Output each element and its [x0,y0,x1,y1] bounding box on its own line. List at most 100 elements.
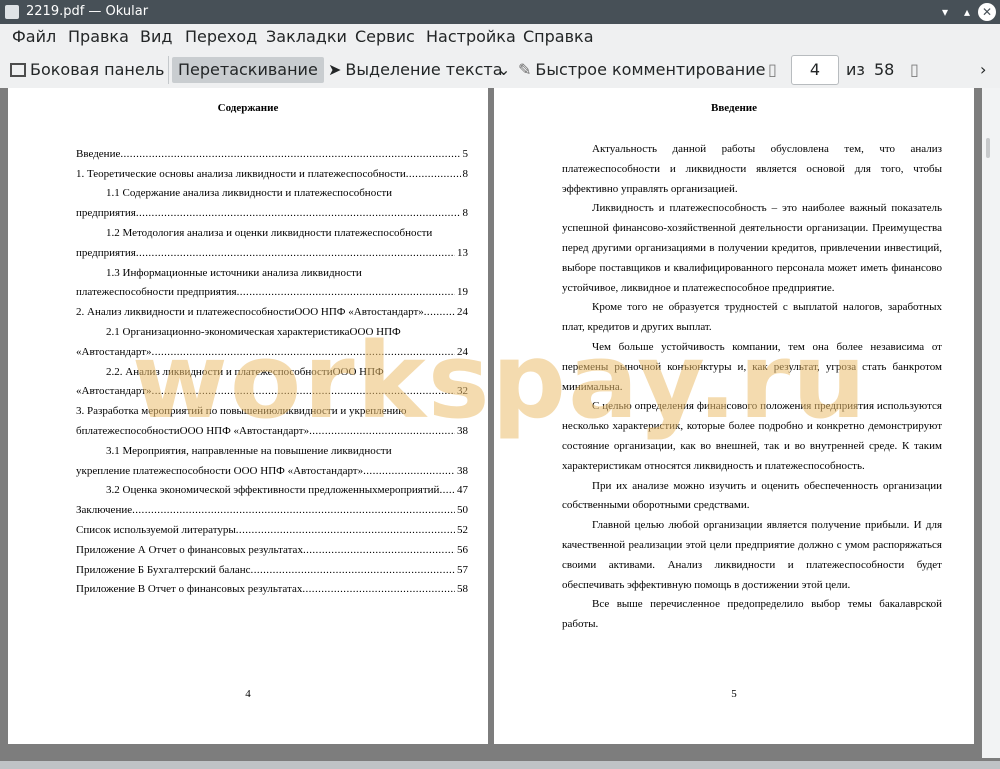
toc-entry[interactable]: платежеспособности предприятия 19 [76,279,468,299]
toc-entry-text: бплатежеспособностиООО НПФ «Автостандарт… [76,424,310,437]
toc-leader-dots [302,583,455,595]
toc-entry[interactable]: 3.1 Мероприятия, направленные на повышен… [76,437,468,457]
toc-entry-page: 24 [457,306,468,319]
menu-go[interactable]: Переход [185,27,257,46]
toc-entry[interactable]: 2.2. Анализ ликвидности и платежеспособн… [76,358,468,378]
toc-entry[interactable]: предприятия 13 [76,239,468,259]
window-title: 2219.pdf — Okular [26,4,149,19]
toc-entry-text: «Автостандарт» [76,385,152,398]
toc-entry-text: «Автостандарт» [76,345,152,358]
text-select-tool-button[interactable]: ➤ Выделение текста [328,57,503,83]
toc-entry-page: 8 [462,207,469,220]
page-of-label: из [846,60,865,79]
next-page-icon[interactable]: ▯ [910,57,919,83]
toc-entry-text: предприятия [76,246,136,259]
toc-entry-text: 1. Теоретические основы анализа ликвидно… [76,167,406,180]
intro-paragraph: Актуальность данной работы обусловлена т… [562,143,942,195]
toc-entry-page: 50 [457,504,468,517]
intro-paragraph: При их анализе можно изучить и оценить о… [562,479,942,512]
toc-entry[interactable]: 3.2 Оценка экономической эффективности п… [76,477,468,497]
toc-entry[interactable]: 1.1 Содержание анализа ликвидности и пла… [76,180,468,199]
toc-entry-text: Приложение А Отчет о финансовых результа… [76,543,303,556]
toc-entry[interactable]: 1.2 Методология анализа и оценки ликвидн… [76,219,468,239]
menu-help[interactable]: Справка [523,27,594,46]
intro-paragraph: Чем больше устойчивость компании, тем он… [562,340,942,393]
okular-app-icon [5,5,19,19]
toc-entry[interactable]: бплатежеспособностиООО НПФ «Автостандарт… [76,417,468,437]
page-number-input[interactable]: 4 [791,55,839,85]
toc-entry[interactable]: 1. Теоретические основы анализа ликвидно… [76,160,468,180]
toc-entry-text: предприятия [76,207,136,220]
page-total: 58 [874,60,895,79]
toc-entry[interactable]: 2. Анализ ликвидности и платежеспособнос… [76,298,468,318]
page-number-left: 4 [245,688,251,700]
quick-annotation-button[interactable]: ✎ Быстрое комментирование [518,57,766,83]
toc-entry-page: 8 [462,167,469,180]
toc-entry-text: Приложение Б Бухгалтерский баланс [76,563,251,576]
maximize-icon[interactable]: ▴ [958,3,976,21]
toc-entry[interactable]: 3. Разработка мероприятий по повышениюли… [76,397,468,417]
menu-bookmarks[interactable]: Закладки [266,27,347,46]
vertical-scrollbar[interactable] [982,88,1000,758]
toc-entry[interactable]: Приложение В Отчет о финансовых результа… [76,576,468,596]
intro-paragraph: С целью определения финансового положени… [562,400,942,472]
toc-leader-dots [424,306,455,318]
toc-entry[interactable]: Приложение А Отчет о финансовых результа… [76,536,468,556]
toc-entry-text: Приложение В Отчет о финансовых результа… [76,583,303,596]
intro-paragraph: Кроме того не образуется трудностей с вы… [562,301,942,334]
menu-edit[interactable]: Правка [68,27,129,46]
toc-entry[interactable]: Список используемой литературы 52 [76,516,468,536]
highlighter-icon: ✎ [518,60,532,79]
toc-entry-text: 3.1 Мероприятия, направленные на повышен… [106,444,392,457]
close-icon[interactable]: ✕ [978,3,996,21]
sidebar-label: Боковая панель [30,60,165,79]
toc-entry-text: 3. Разработка мероприятий по повышениюли… [76,405,407,418]
menu-tools[interactable]: Сервис [355,27,415,46]
toc-entry[interactable]: «Автостандарт» 24 [76,338,468,358]
previous-page-icon[interactable]: ▯ [768,57,777,83]
toc-entry[interactable]: Введение 5 [76,140,468,160]
toc-leader-dots [136,247,455,259]
intro-paragraph: Главной целью любой организации является… [562,519,942,591]
toc-entry[interactable]: укрепление платежеспособности ООО НПФ «А… [76,457,468,477]
browse-tool-label: Перетаскивание [178,60,318,79]
intro-paragraph: Все выше перечисленное предопределило вы… [562,598,942,631]
pdf-page-5: Введение Актуальность данной работы обус… [494,88,974,744]
toc-leader-dots [303,544,455,556]
browse-tool-button[interactable]: Перетаскивание [172,57,324,83]
toc-leader-dots [439,484,455,496]
toc-entry-text: 1.3 Информационные источники анализа лик… [106,266,362,279]
toc-entry-text: 2. Анализ ликвидности и платежеспособнос… [76,306,424,319]
toc-entry-text: 3.2 Оценка экономической эффективности п… [106,484,440,497]
menu-file[interactable]: Файл [12,27,56,46]
menu-bar: Файл Правка Вид Переход Закладки Сервис … [0,24,1000,50]
toc-entry[interactable]: 1.3 Информационные источники анализа лик… [76,259,468,279]
toc-entry-text: 2.1 Организационно-экономическая характе… [106,325,401,338]
toc-leader-dots [152,346,455,358]
toc-entry-text: Заключение [76,504,133,517]
scrollbar-handle[interactable] [986,138,990,158]
toc-entry-page: 38 [457,464,468,477]
minimize-icon[interactable]: ▾ [936,3,954,21]
toc-leader-dots [406,168,461,180]
menu-settings[interactable]: Настройка [426,27,516,46]
toc-entry[interactable]: Приложение Б Бухгалтерский баланс 57 [76,556,468,576]
toolbar-overflow-icon[interactable]: › [980,57,986,83]
toc-leader-dots [251,564,455,576]
toc-entry[interactable]: 2.1 Организационно-экономическая характе… [76,318,468,338]
pdf-page-4: Содержание Введение 5 1. Теоретические осн… [8,88,488,744]
toc-entry-text: Введение [76,147,121,160]
toc-leader-dots [309,425,455,437]
toc-leader-dots [236,524,455,536]
toc-entry-text: 1.2 Методология анализа и оценки ликвидн… [106,226,433,239]
toc-entry-page: 56 [457,543,468,556]
toc-entry-page: 58 [457,583,468,596]
horizontal-scrollbar[interactable] [0,761,1000,769]
menu-view[interactable]: Вид [140,27,172,46]
chevron-down-icon[interactable]: ⌄ [497,57,510,83]
toc-entry[interactable]: Заключение 50 [76,496,468,516]
toc-entry[interactable]: предприятия 8 [76,199,468,219]
toc-entry[interactable]: «Автостандарт» 32 [76,378,468,398]
toc-entry-text: платежеспособности предприятия [76,286,237,299]
sidebar-toggle-button[interactable]: Боковая панель [10,57,164,83]
